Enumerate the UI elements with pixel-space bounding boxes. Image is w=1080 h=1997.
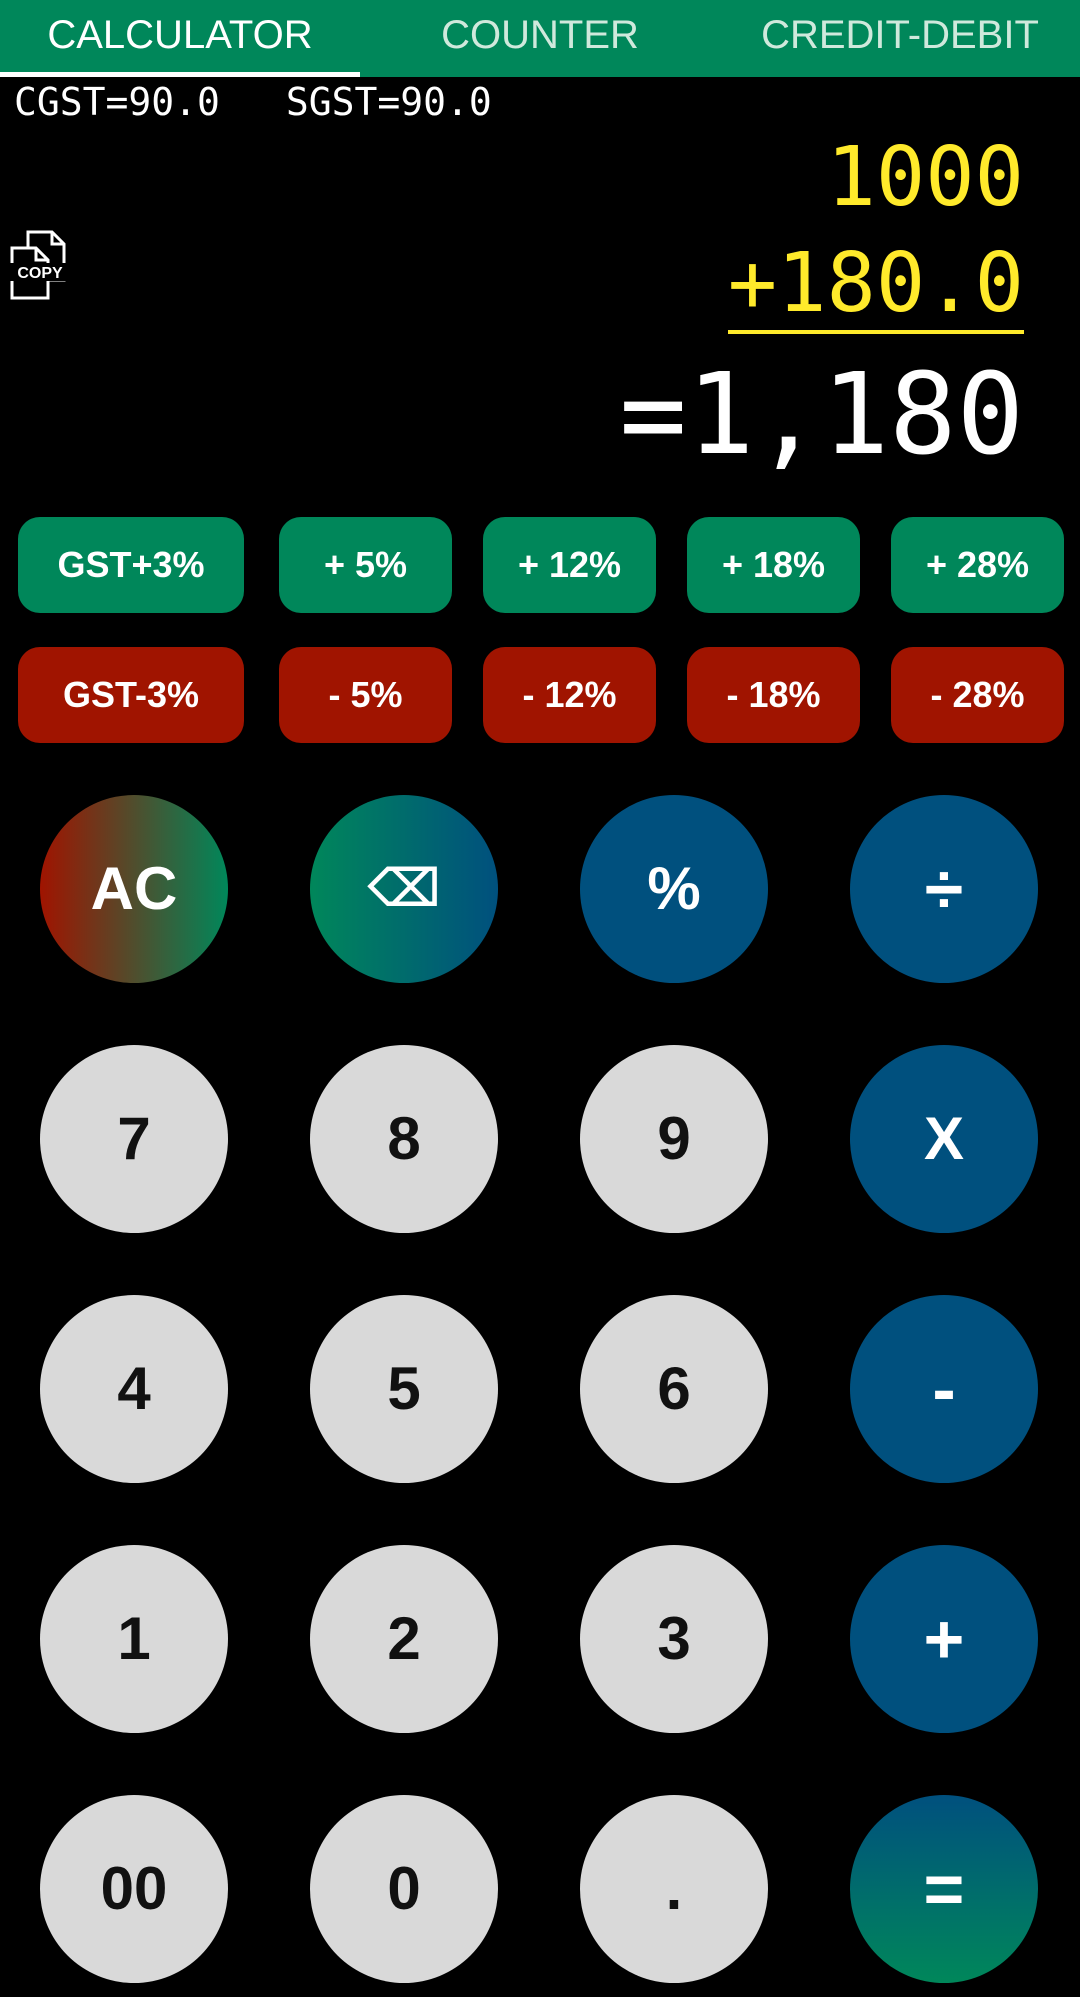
gst-plus-12-button[interactable]: + 12%	[483, 517, 656, 613]
digit-8-button[interactable]: 8	[310, 1045, 498, 1233]
digit-3-button[interactable]: 3	[580, 1545, 768, 1733]
divide-button[interactable]: ÷	[850, 795, 1038, 983]
digit-9-button[interactable]: 9	[580, 1045, 768, 1233]
tab-calculator[interactable]: CALCULATOR	[0, 0, 360, 77]
gst-plus-5-button[interactable]: + 5%	[279, 517, 452, 613]
gst-minus-18-button[interactable]: - 18%	[687, 647, 860, 743]
gst-breakdown: CGST=90.0 SGST=90.0	[14, 80, 558, 124]
tab-bar: CALCULATOR COUNTER CREDIT-DEBIT	[0, 0, 1080, 77]
gst-minus-12-button[interactable]: - 12%	[483, 647, 656, 743]
gst-minus-5-button[interactable]: - 5%	[279, 647, 452, 743]
equals-button[interactable]: =	[850, 1795, 1038, 1983]
display-operand: 1000	[826, 130, 1024, 225]
display-gst-amount: +180.0	[727, 238, 1024, 334]
digit-0-button[interactable]: 0	[310, 1795, 498, 1983]
display-result: =1,180	[619, 350, 1024, 480]
gst-plus-28-button[interactable]: + 28%	[891, 517, 1064, 613]
copy-icon[interactable]: COPY	[8, 230, 72, 300]
gst-minus-3-button[interactable]: GST-3%	[18, 647, 244, 743]
digit-5-button[interactable]: 5	[310, 1295, 498, 1483]
backspace-button[interactable]: ⌫	[310, 795, 498, 983]
digit-1-button[interactable]: 1	[40, 1545, 228, 1733]
gst-plus-3-button[interactable]: GST+3%	[18, 517, 244, 613]
copy-icon-label: COPY	[17, 265, 63, 282]
digit-7-button[interactable]: 7	[40, 1045, 228, 1233]
double-zero-button[interactable]: 00	[40, 1795, 228, 1983]
clear-button[interactable]: AC	[40, 795, 228, 983]
add-button[interactable]: +	[850, 1545, 1038, 1733]
active-tab-indicator	[0, 72, 360, 77]
multiply-button[interactable]: X	[850, 1045, 1038, 1233]
calculator-screen: CALCULATOR COUNTER CREDIT-DEBIT CGST=90.…	[0, 0, 1080, 1997]
sgst-value: SGST=90.0	[285, 80, 492, 124]
digit-6-button[interactable]: 6	[580, 1295, 768, 1483]
subtract-button[interactable]: -	[850, 1295, 1038, 1483]
tab-counter[interactable]: COUNTER	[360, 0, 720, 77]
gst-plus-18-button[interactable]: + 18%	[687, 517, 860, 613]
gst-minus-28-button[interactable]: - 28%	[891, 647, 1064, 743]
digit-4-button[interactable]: 4	[40, 1295, 228, 1483]
cgst-value: CGST=90.0	[14, 80, 220, 124]
decimal-point-button[interactable]: .	[580, 1795, 768, 1983]
percent-button[interactable]: %	[580, 795, 768, 983]
tab-credit-debit[interactable]: CREDIT-DEBIT	[720, 0, 1080, 77]
digit-2-button[interactable]: 2	[310, 1545, 498, 1733]
